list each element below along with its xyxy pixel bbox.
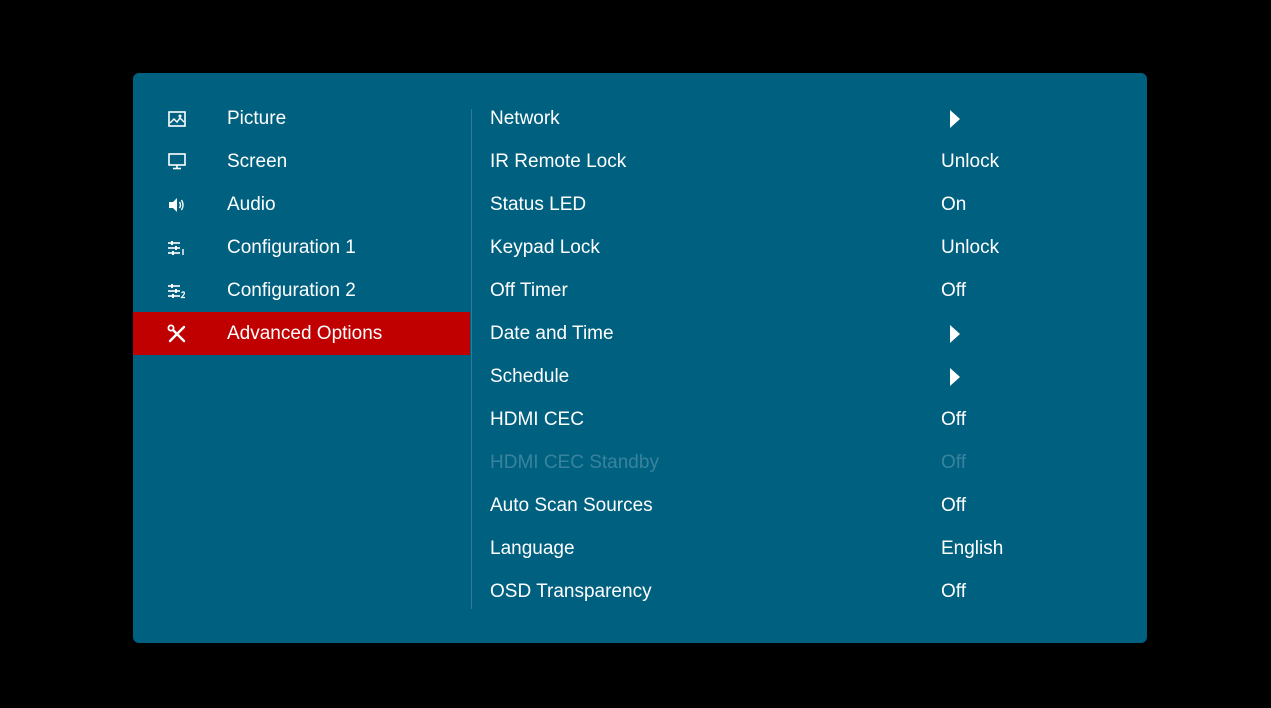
setting-row-status-led[interactable]: Status LED On [490,183,1130,226]
setting-value: On [941,193,967,215]
column-divider [471,109,472,609]
settings-list: Network IR Remote Lock Unlock Status LED… [490,97,1130,613]
setting-value: Off [941,580,966,602]
sidebar-item-picture[interactable]: Picture [133,97,470,140]
speaker-icon [167,195,187,215]
setting-label: Schedule [490,365,570,387]
setting-label: Network [490,107,560,129]
sidebar-item-screen[interactable]: Screen [133,140,470,183]
setting-row-schedule[interactable]: Schedule [490,355,1130,398]
setting-value: Off [941,408,966,430]
sidebar-item-configuration-2[interactable]: Configuration 2 [133,269,470,312]
sidebar-item-label: Audio [227,193,276,215]
setting-row-network[interactable]: Network [490,97,1130,140]
setting-value: Unlock [941,236,1000,258]
setting-row-keypad-lock[interactable]: Keypad Lock Unlock [490,226,1130,269]
setting-label: Language [490,537,575,559]
sidebar-item-label: Advanced Options [227,322,383,344]
sidebar-item-advanced-options[interactable]: Advanced Options [133,312,470,355]
setting-label: Keypad Lock [490,236,600,258]
submenu-arrow-icon [950,324,960,343]
sidebar-item-label: Screen [227,150,288,172]
setting-label: Auto Scan Sources [490,494,653,516]
setting-label: Date and Time [490,322,614,344]
setting-row-ir-remote-lock[interactable]: IR Remote Lock Unlock [490,140,1130,183]
tools-icon [167,324,187,344]
sidebar-item-configuration-1[interactable]: Configuration 1 [133,226,470,269]
setting-row-osd-transparency[interactable]: OSD Transparency Off [490,570,1130,613]
picture-icon [167,109,187,129]
setting-value: Unlock [941,150,1000,172]
setting-value: Off [941,279,966,301]
osd-menu-panel: Picture Screen Audio Configuration 1 Con… [133,73,1147,643]
sidebar-item-label: Configuration 1 [227,236,356,258]
setting-row-language[interactable]: Language English [490,527,1130,570]
sliders-2-icon [167,281,187,301]
setting-label: OSD Transparency [490,580,652,602]
setting-row-off-timer[interactable]: Off Timer Off [490,269,1130,312]
sidebar-item-label: Configuration 2 [227,279,356,301]
setting-label: IR Remote Lock [490,150,627,172]
setting-label: HDMI CEC [490,408,584,430]
sidebar-item-label: Picture [227,107,287,129]
category-sidebar: Picture Screen Audio Configuration 1 Con… [133,97,470,355]
setting-value: Off [941,451,966,473]
setting-label: Status LED [490,193,587,215]
setting-row-hdmi-cec-standby: HDMI CEC Standby Off [490,441,1130,484]
sidebar-item-audio[interactable]: Audio [133,183,470,226]
sliders-1-icon [167,238,187,258]
submenu-arrow-icon [950,109,960,128]
setting-value: Off [941,494,966,516]
setting-value: English [941,537,1004,559]
setting-row-hdmi-cec[interactable]: HDMI CEC Off [490,398,1130,441]
setting-row-auto-scan-sources[interactable]: Auto Scan Sources Off [490,484,1130,527]
setting-row-date-and-time[interactable]: Date and Time [490,312,1130,355]
setting-label: HDMI CEC Standby [490,451,659,473]
submenu-arrow-icon [950,367,960,386]
monitor-icon [167,152,187,172]
setting-label: Off Timer [490,279,568,301]
tv-screen: Picture Screen Audio Configuration 1 Con… [0,0,1271,708]
